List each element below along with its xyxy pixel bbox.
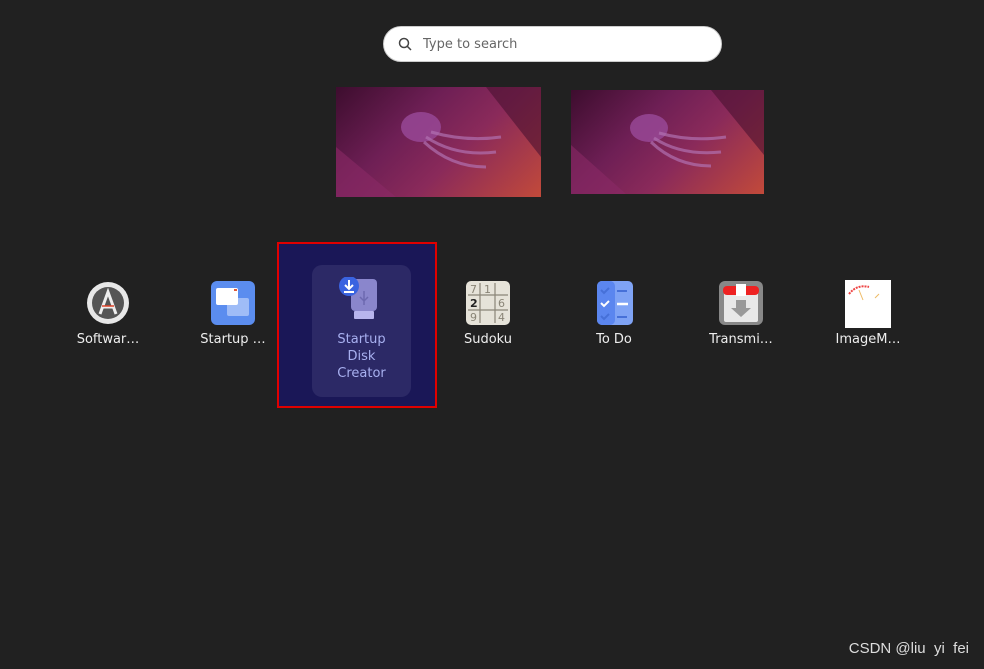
svg-text:9: 9 [470,311,477,324]
workspace-thumbnail-1[interactable] [336,87,541,197]
search-input[interactable] [421,35,695,53]
todo-icon [591,280,637,326]
sudoku-icon: 716 9 4 2 [465,280,511,326]
startup-applications-icon [210,280,256,326]
app-partial[interactable]: Sh [924,268,984,347]
app-startup-applications[interactable]: Startup … [173,268,293,347]
svg-text:6: 6 [498,297,505,310]
workspace-thumbnail-2[interactable] [571,90,764,194]
app-label: To Do [596,332,632,347]
app-label-line: Creator [337,366,386,381]
app-transmission[interactable]: Transmi… [681,268,801,347]
svg-text:2: 2 [470,297,478,310]
watermark: CSDN @liu yi fei [848,640,969,657]
app-label: Softwar… [76,332,140,347]
app-label-line: Startup [337,332,386,347]
search-icon [398,37,412,51]
transmission-icon [718,280,764,326]
app-startup-disk-creator[interactable]: Startup Disk Creator [312,265,411,397]
app-software[interactable]: Softwar… [48,268,168,347]
svg-text:7: 7 [470,283,477,296]
app-label: Sh [924,332,984,347]
app-imagemagick[interactable]: ImageM… [808,268,928,347]
usb-drive-icon [338,276,385,323]
app-label: ImageM… [835,332,901,347]
app-label-line: Disk [347,349,376,364]
svg-text:4: 4 [498,311,505,324]
software-icon [85,280,131,326]
app-label: Sudoku [463,332,513,347]
search-field[interactable] [383,26,722,62]
app-todo[interactable]: To Do [554,268,674,347]
svg-text:1: 1 [484,283,491,296]
imagemagick-icon [845,280,891,328]
app-label: Transmi… [709,332,773,347]
app-label: Startup … [200,332,266,347]
app-icon [961,280,984,326]
app-sudoku[interactable]: 716 9 4 2 Sudoku [428,268,548,347]
